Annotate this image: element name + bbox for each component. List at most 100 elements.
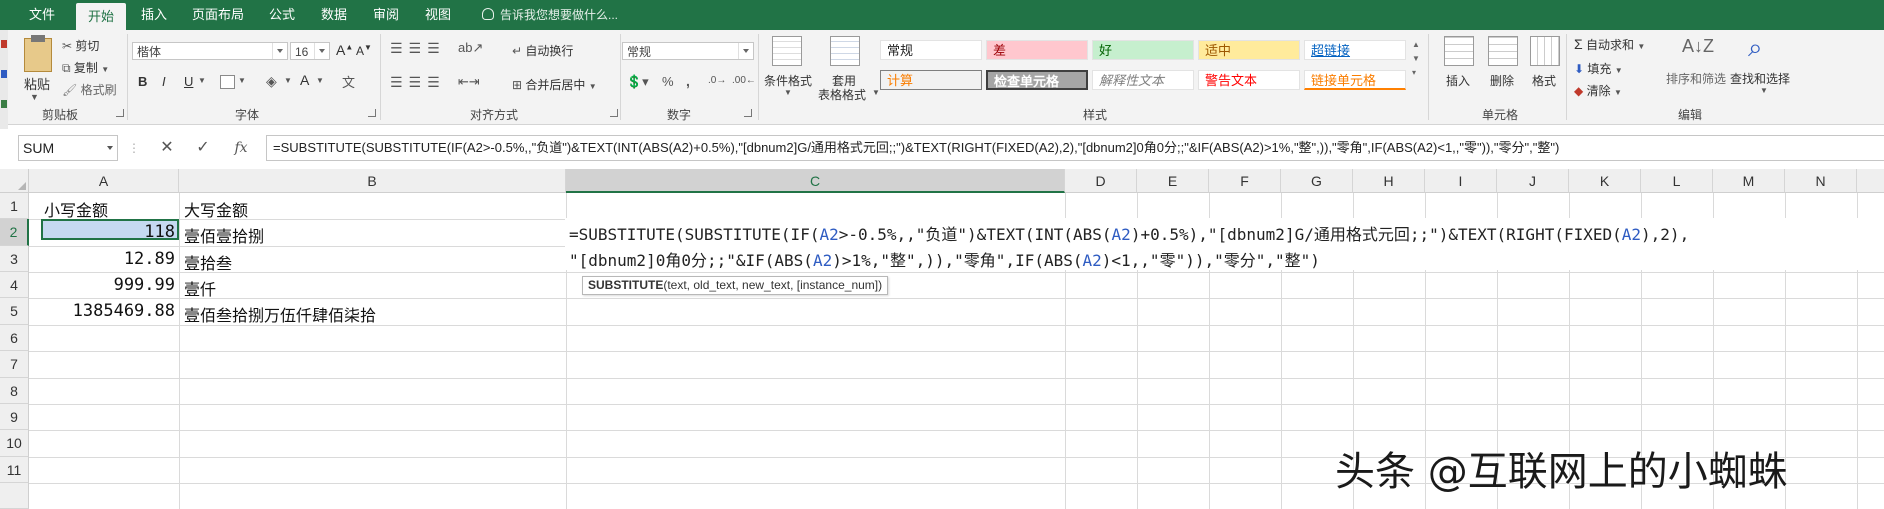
format-cells-button[interactable]: 格式	[1532, 72, 1556, 89]
delete-cells-button[interactable]: 删除	[1490, 72, 1514, 89]
number-format-select[interactable]: 常规	[622, 42, 754, 60]
column-header-b[interactable]: B	[179, 169, 566, 193]
row-header-8[interactable]: 8	[0, 378, 29, 404]
style-bad[interactable]: 差	[986, 40, 1088, 60]
cell-b5[interactable]: 壹佰叁拾捌万伍仟肆佰柒拾	[184, 302, 376, 326]
currency-icon[interactable]: 💲▾	[626, 74, 649, 90]
column-header-d[interactable]: D	[1065, 169, 1137, 193]
style-warning[interactable]: 警告文本	[1198, 70, 1300, 90]
tab-view[interactable]: 视图	[418, 0, 458, 30]
style-neutral[interactable]: 适中	[1198, 40, 1300, 60]
cancel-icon[interactable]: ✕	[152, 135, 182, 161]
row-header-10[interactable]: 10	[0, 430, 29, 457]
name-box[interactable]: SUM	[18, 135, 118, 161]
style-good[interactable]: 好	[1092, 40, 1194, 60]
increase-decimal-icon[interactable]: .0→	[708, 75, 726, 86]
alignment-launcher-icon[interactable]	[610, 109, 618, 117]
insert-cells-button[interactable]: 插入	[1446, 72, 1470, 89]
cell-a4[interactable]: 999.99	[41, 275, 175, 295]
fill-chevron-down-icon[interactable]: ▼	[284, 76, 292, 85]
paste-icon[interactable]	[24, 38, 52, 72]
conditional-formatting-button[interactable]: 条件格式	[764, 72, 812, 89]
row-header-1[interactable]: 1	[0, 193, 29, 219]
column-header-j[interactable]: J	[1497, 169, 1569, 193]
sort-filter-icon[interactable]: A↓Z	[1682, 36, 1714, 57]
worksheet-grid[interactable]: A B C D E F G H I J K L M N 1 2 3 4 5 6 …	[0, 169, 1884, 509]
underline-button[interactable]: U	[184, 74, 193, 89]
tooltip-function-name[interactable]: SUBSTITUTE	[588, 278, 663, 292]
style-hyperlink[interactable]: 超链接	[1304, 40, 1406, 60]
column-header-c[interactable]: C	[566, 169, 1065, 193]
row-header-9[interactable]: 9	[0, 404, 29, 430]
row-header-3[interactable]: 3	[0, 246, 29, 272]
font-launcher-icon[interactable]	[368, 109, 376, 117]
style-linked-cell[interactable]: 链接单元格	[1304, 70, 1406, 90]
fill-color-icon[interactable]: ◈	[266, 73, 277, 90]
paste-button[interactable]: 粘贴	[24, 74, 50, 93]
cell-a3[interactable]: 12.89	[41, 249, 175, 269]
conditional-formatting-icon[interactable]	[772, 36, 802, 66]
column-header-g[interactable]: G	[1281, 169, 1353, 193]
cell-b3[interactable]: 壹拾叁	[184, 250, 232, 274]
fill-button[interactable]: ⬇ 填充 ▼	[1574, 60, 1623, 77]
tab-insert[interactable]: 插入	[134, 0, 174, 30]
percent-button[interactable]: %	[662, 74, 674, 89]
tab-file[interactable]: 文件	[18, 0, 66, 30]
font-color-icon[interactable]: A	[300, 72, 309, 88]
delete-cells-icon[interactable]	[1488, 36, 1518, 66]
wrap-text-button[interactable]: ↵ 自动换行	[512, 42, 573, 59]
formula-input[interactable]: =SUBSTITUTE(SUBSTITUTE(IF(A2>-0.5%,,"负道"…	[266, 135, 1884, 161]
tell-me-box[interactable]: 告诉我您想要做什么...	[482, 0, 618, 30]
decrease-decimal-icon[interactable]: .00←	[732, 75, 756, 86]
borders-chevron-down-icon[interactable]: ▼	[238, 76, 246, 85]
phonetic-icon[interactable]: 文	[342, 72, 355, 91]
column-header-i[interactable]: I	[1425, 169, 1497, 193]
row-header-2[interactable]: 2	[0, 219, 29, 246]
column-header-h[interactable]: H	[1353, 169, 1425, 193]
merge-center-button[interactable]: ⊞ 合并后居中 ▼	[512, 76, 597, 93]
format-as-table-label-2[interactable]: 表格格式	[818, 86, 866, 103]
style-calculation[interactable]: 计算	[880, 70, 982, 90]
copy-button[interactable]: ⧉ 复制 ▼	[62, 59, 109, 76]
find-select-button[interactable]: 查找和选择	[1730, 70, 1790, 87]
horizontal-align-icons[interactable]: ☰☰☰	[390, 74, 446, 91]
tab-home[interactable]: 开始	[76, 3, 126, 30]
cell-a1[interactable]: 小写金额	[44, 197, 108, 221]
enter-check-icon[interactable]: ✓	[188, 135, 218, 161]
column-header-l[interactable]: L	[1641, 169, 1713, 193]
column-header-n[interactable]: N	[1785, 169, 1857, 193]
tab-page-layout[interactable]: 页面布局	[186, 0, 250, 30]
comma-button[interactable]: ,	[686, 73, 690, 89]
bold-button[interactable]: B	[138, 74, 147, 89]
underline-chevron-down-icon[interactable]: ▼	[198, 76, 206, 85]
format-as-table-icon[interactable]	[830, 36, 860, 66]
clipboard-launcher-icon[interactable]	[116, 109, 124, 117]
magnifier-icon[interactable]: ⌕	[1748, 32, 1763, 64]
paste-chevron-down-icon[interactable]: ▼	[30, 92, 39, 102]
tab-formulas[interactable]: 公式	[262, 0, 302, 30]
cell-a2[interactable]: 118	[41, 222, 175, 242]
conditional-chevron-down-icon[interactable]: ▼	[784, 88, 792, 97]
row-header-5[interactable]: 5	[0, 298, 29, 325]
sort-filter-button[interactable]: 排序和筛选	[1666, 70, 1726, 87]
column-header-f[interactable]: F	[1209, 169, 1281, 193]
increase-font-icon[interactable]: A▲	[336, 42, 353, 58]
number-launcher-icon[interactable]	[744, 109, 752, 117]
row-header-6[interactable]: 6	[0, 325, 29, 351]
style-explanatory[interactable]: 解释性文本	[1092, 70, 1194, 90]
select-all-corner[interactable]	[0, 169, 29, 193]
row-header-4[interactable]: 4	[0, 272, 29, 298]
in-cell-formula-editor[interactable]: =SUBSTITUTE(SUBSTITUTE(IF(A2>-0.5%,,"负道"…	[565, 218, 1884, 270]
column-header-e[interactable]: E	[1137, 169, 1209, 193]
style-check-cell[interactable]: 检查单元格	[986, 70, 1088, 90]
italic-button[interactable]: I	[162, 74, 166, 89]
decrease-font-icon[interactable]: A▼	[356, 43, 372, 58]
find-chevron-down-icon[interactable]: ▼	[1760, 86, 1768, 95]
styles-scroll-icon[interactable]: ▲ ▼ ▾	[1412, 38, 1420, 80]
clear-button[interactable]: ◆ 清除 ▼	[1574, 82, 1622, 99]
insert-function-icon[interactable]: fx	[226, 135, 256, 161]
autosum-button[interactable]: Σ 自动求和 ▼	[1574, 36, 1645, 53]
cell-b4[interactable]: 壹仟	[184, 276, 216, 300]
row-header-11[interactable]: 11	[0, 457, 29, 483]
column-header-o[interactable]	[1857, 169, 1884, 193]
